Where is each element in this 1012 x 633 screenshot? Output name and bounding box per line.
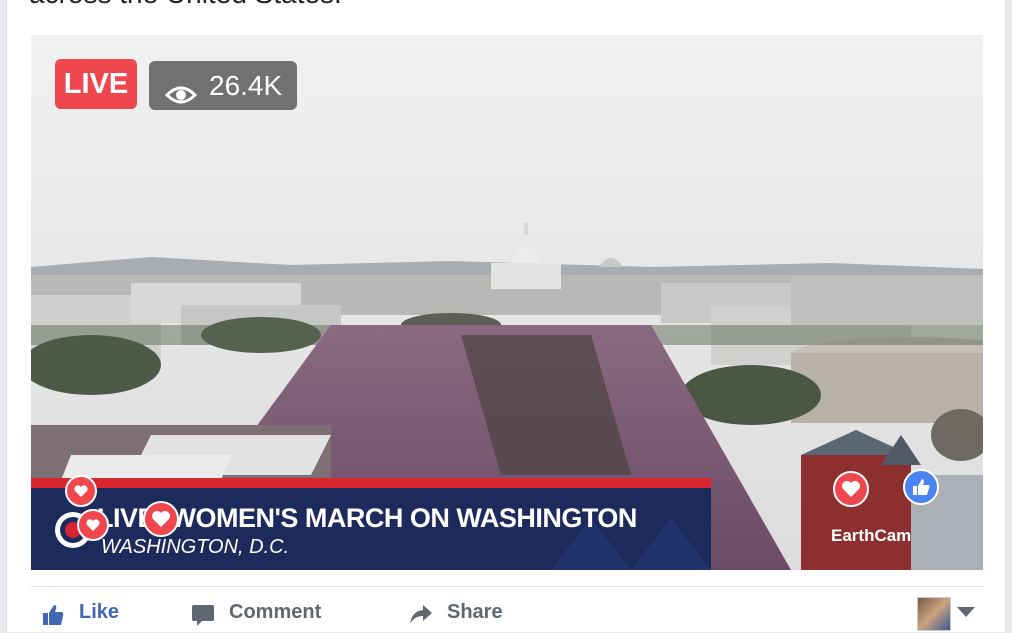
- like-label: Like: [79, 601, 120, 623]
- viewer-count: 26.4K: [209, 70, 283, 101]
- live-badge: LIVE: [55, 59, 137, 109]
- heart-icon: [842, 481, 860, 497]
- eye-icon: [164, 73, 198, 122]
- post-card: across the United States.: [6, 0, 1006, 632]
- avatar[interactable]: [917, 597, 951, 631]
- heart-icon: [152, 511, 170, 527]
- chevron-down-icon[interactable]: [957, 607, 975, 617]
- viewer-count-badge: 26.4K: [149, 61, 297, 110]
- love-reaction: [77, 509, 109, 541]
- comment-label: Comment: [229, 601, 322, 623]
- post-text: across the United States.: [29, 0, 342, 10]
- love-reaction: [143, 501, 179, 537]
- share-label: Share: [447, 601, 503, 623]
- like-reaction: [903, 469, 939, 505]
- live-video-player[interactable]: LIVE 26.4K LIVE: WOMEN'S MARCH ON WASHIN…: [31, 35, 983, 570]
- thumbs-up-icon: [913, 479, 930, 495]
- love-reaction: [65, 475, 97, 507]
- share-icon: [409, 603, 433, 633]
- heart-icon: [86, 519, 100, 531]
- banner-subtitle: WASHINGTON, D.C.: [101, 536, 290, 558]
- heart-icon: [74, 485, 88, 497]
- broadcast-banner: LIVE: WOMEN'S MARCH ON WASHINGTON WASHIN…: [31, 478, 711, 570]
- comment-icon: [191, 603, 215, 633]
- earthcam-watermark: EarthCam: [831, 526, 912, 545]
- love-reaction: [833, 471, 869, 507]
- thumbs-up-icon: [41, 603, 65, 633]
- post-action-bar: Like Comment Share: [31, 586, 983, 631]
